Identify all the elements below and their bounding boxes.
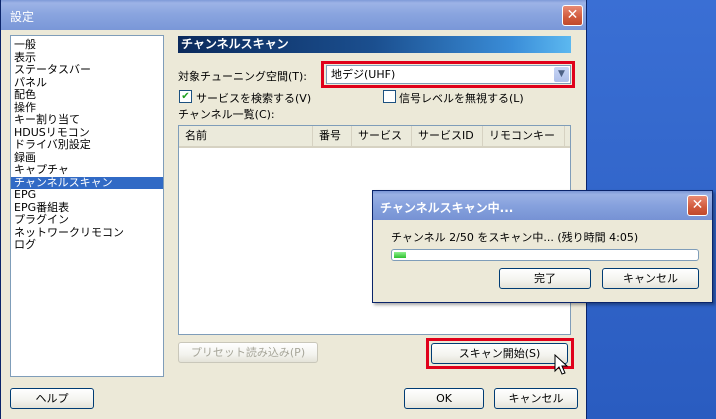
dialog-title: チャンネルスキャン中... xyxy=(380,201,514,215)
ignore-signal-label: 信号レベルを無視する(L) xyxy=(399,92,524,105)
sidebar-item[interactable]: ログ xyxy=(11,239,163,252)
sidebar-item[interactable]: プラグイン xyxy=(11,214,163,227)
highlight-tuning-select xyxy=(321,61,575,88)
channel-list-label: チャンネル一覧(C): xyxy=(178,108,275,121)
highlight-scan-start xyxy=(426,338,574,369)
ok-button[interactable]: OK xyxy=(404,388,484,409)
dialog-cancel-button[interactable]: キャンセル xyxy=(602,268,699,289)
settings-category-list[interactable]: 一般 表示 ステータスバー パネル 配色 操作 キー割り当て HDUSリモコン ドライバ別設定録… xyxy=(10,35,164,377)
column-number[interactable]: 番号 xyxy=(313,126,352,146)
sidebar-item[interactable]: キャプチャ xyxy=(11,164,163,177)
help-button[interactable]: ヘルプ xyxy=(10,388,94,409)
cancel-button[interactable]: キャンセル xyxy=(494,388,578,409)
panel-title: チャンネルスキャン xyxy=(178,36,571,53)
sidebar-item[interactable]: キー割り当て xyxy=(11,114,163,127)
column-service[interactable]: サービス xyxy=(352,126,412,146)
scan-status-text: チャンネル 2/50 をスキャン中... (残り時間 4:05) xyxy=(391,231,639,244)
ignore-signal-checkbox[interactable] xyxy=(383,90,396,103)
dialog-close-icon[interactable]: ✕ xyxy=(687,195,708,216)
progress-fill xyxy=(394,252,407,258)
column-name[interactable]: 名前 xyxy=(179,126,313,146)
table-header: 名前 番号 サービス サービスID リモコンキー xyxy=(179,126,570,148)
search-services-checkbox[interactable]: ✔ xyxy=(179,90,192,103)
close-icon[interactable]: ✕ xyxy=(562,5,583,26)
column-service-id[interactable]: サービスID xyxy=(412,126,483,146)
sidebar-item[interactable]: EPG xyxy=(11,189,163,202)
column-remote-key[interactable]: リモコンキー xyxy=(483,126,565,146)
check-icon: ✔ xyxy=(181,91,190,102)
sidebar-item[interactable]: ドライバ別設定 xyxy=(11,139,163,152)
mouse-cursor-icon xyxy=(554,354,568,375)
scan-progress-bar xyxy=(391,249,699,261)
dialog-title-bar[interactable]: チャンネルスキャン中... ✕ xyxy=(373,191,712,220)
window-title: 設定 xyxy=(10,10,35,24)
sidebar-item[interactable]: 配色 xyxy=(11,89,163,102)
sidebar-item[interactable]: ステータスバー xyxy=(11,64,163,77)
preset-load-button[interactable]: プリセット読み込み(P) xyxy=(178,342,318,363)
scan-progress-dialog: チャンネルスキャン中... ✕ チャンネル 2/50 をスキャン中... (残り… xyxy=(372,190,713,303)
tuning-space-label: 対象チューニング空間(T): xyxy=(178,70,308,83)
search-services-label: サービスを検索する(V) xyxy=(196,92,312,105)
title-bar[interactable]: 設定 ✕ xyxy=(1,0,586,30)
sidebar-item[interactable]: 一般 xyxy=(11,39,163,52)
done-button[interactable]: 完了 xyxy=(499,268,591,289)
